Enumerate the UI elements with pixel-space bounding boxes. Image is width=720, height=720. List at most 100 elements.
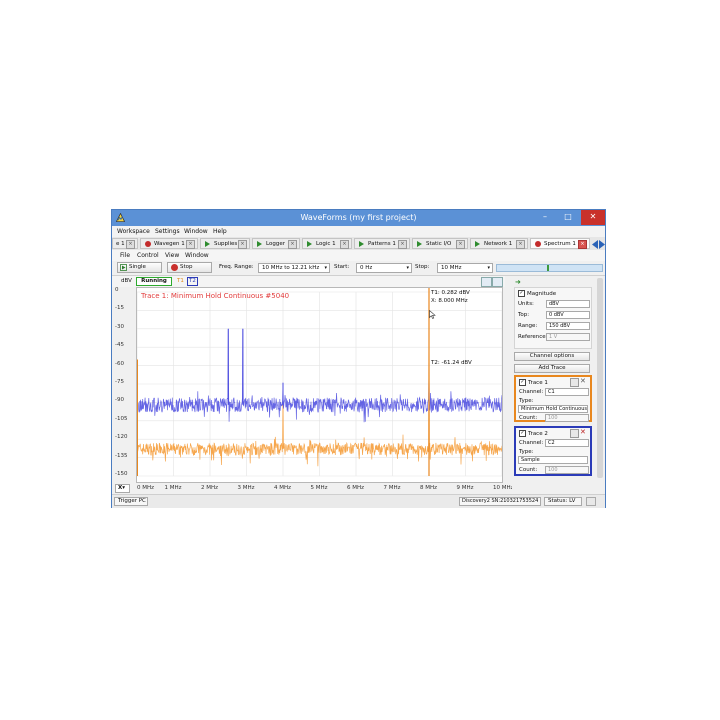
trace1-channel-select[interactable]: C1 (545, 388, 589, 396)
trace2-settings-icon[interactable] (570, 429, 579, 438)
trace2-panel: ✓ Trace 2 ✕ Channel: C2 Type: Sample Coun… (514, 426, 592, 476)
reference-label: Reference: (518, 334, 548, 340)
x-tick-label: 6 MHz (347, 485, 365, 491)
trace2-type-value: Sample (521, 457, 540, 463)
tab-supplies[interactable]: Supplies × (200, 238, 250, 249)
x-tick-label: 9 MHz (456, 485, 474, 491)
y-tick-label: -150 (115, 471, 128, 477)
trace2-count-label: Count: (519, 467, 538, 473)
close-tab-icon[interactable]: × (126, 240, 135, 249)
tab-network[interactable]: Network 1 × (470, 238, 528, 249)
device-indicator[interactable]: Discovery2 SN:210321753524 (459, 497, 541, 506)
magnitude-panel: ✓ Magnitude Units: dBV Top: 0 dBV Range: … (514, 287, 592, 349)
panel-arrow-icon[interactable]: ➜ (515, 278, 521, 286)
spectrum-chart[interactable] (137, 288, 502, 482)
menu-file[interactable]: File (120, 252, 130, 259)
menu-view[interactable]: View (165, 252, 179, 259)
close-button[interactable]: ✕ (581, 210, 605, 225)
freq-range-select[interactable]: 10 MHz to 12.21 kHz ▾ (258, 263, 330, 273)
menu-window[interactable]: Window (184, 228, 208, 235)
freq-range-slider[interactable] (496, 264, 603, 272)
close-tab-icon[interactable]: × (578, 240, 587, 249)
cursor-x-value: X: 8.000 MHz (431, 298, 468, 304)
menu-workspace[interactable]: Workspace (117, 228, 150, 235)
checkbox-icon[interactable]: ✓ (519, 430, 526, 437)
stop-select[interactable]: 10 MHz ▾ (437, 263, 493, 273)
tab-wavegen[interactable]: Wavegen 1 × (140, 238, 198, 249)
t2-cursor-toggle[interactable]: T2 (187, 277, 198, 286)
trace1-type-select[interactable]: Minimum Hold Continuous (518, 405, 588, 413)
mouse-cursor-icon (429, 310, 436, 319)
slider-thumb[interactable] (547, 265, 549, 271)
units-select[interactable]: dBV (546, 300, 590, 308)
trace2-type-select[interactable]: Sample (518, 456, 588, 464)
trace1-settings-icon[interactable] (570, 378, 579, 387)
menu-settings[interactable]: Settings (155, 228, 180, 235)
trace2-channel-select[interactable]: C2 (545, 439, 589, 447)
tab-label: Logic 1 (316, 241, 336, 247)
close-tab-icon[interactable]: × (456, 240, 465, 249)
trace1-header[interactable]: ✓ Trace 1 (519, 379, 548, 386)
spectrum-plot[interactable]: Trace 1: Minimum Hold Continuous #5040 T… (136, 287, 503, 483)
status-indicator: Status: LV (544, 497, 582, 506)
zoom-icon[interactable] (481, 277, 492, 287)
x-tick-label: 3 MHz (237, 485, 255, 491)
trace1-close-icon[interactable]: ✕ (580, 377, 586, 385)
play-icon (205, 241, 210, 247)
trace2-count-value: 100 (548, 467, 558, 473)
title-bar[interactable]: WaveForms (my first project) – □ ✕ (112, 210, 605, 226)
menu-control[interactable]: Control (137, 252, 159, 259)
maximize-button[interactable]: □ (558, 210, 578, 225)
close-tab-icon[interactable]: × (186, 240, 195, 249)
start-select[interactable]: 0 Hz ▾ (356, 263, 412, 273)
trace2-header[interactable]: ✓ Trace 2 (519, 430, 548, 437)
record-icon (535, 241, 541, 247)
settings-icon[interactable] (492, 277, 503, 287)
x-tick-label: 7 MHz (383, 485, 401, 491)
channel-options-button[interactable]: Channel options (514, 352, 590, 361)
top-select[interactable]: 0 dBV (546, 311, 590, 319)
x-axis-selector[interactable]: X▾ (115, 484, 130, 493)
close-tab-icon[interactable]: × (340, 240, 349, 249)
close-tab-icon[interactable]: × (288, 240, 297, 249)
tab-static-io[interactable]: Static I/O × (412, 238, 468, 249)
instrument-menubar: File Control View Window (112, 250, 605, 261)
tab-logic[interactable]: Logic 1 × (302, 238, 352, 249)
trace2-title: Trace 2 (528, 431, 548, 437)
close-tab-icon[interactable]: × (516, 240, 525, 249)
menu-help[interactable]: Help (213, 228, 227, 235)
trace-title: Trace 1: Minimum Hold Continuous #5040 (141, 292, 290, 300)
start-value: 0 Hz (360, 265, 373, 271)
tab-partial[interactable]: e 1 × (112, 238, 138, 249)
trace2-channel-label: Channel: (519, 440, 544, 446)
menu-window-sub[interactable]: Window (185, 252, 209, 259)
tab-spectrum[interactable]: Spectrum 1 × (530, 238, 590, 249)
x-tick-label: 5 MHz (310, 485, 328, 491)
y-tick-label: 0 (115, 287, 119, 293)
single-run-icon (120, 264, 127, 271)
stop-button[interactable]: Stop (167, 262, 212, 273)
checkbox-icon[interactable]: ✓ (519, 379, 526, 386)
scrollbar-thumb[interactable] (597, 278, 603, 478)
tab-patterns[interactable]: Patterns 1 × (354, 238, 410, 249)
minimize-button[interactable]: – (535, 210, 555, 225)
x-tick-label: 10 MHz (493, 485, 514, 491)
add-trace-button[interactable]: Add Trace (514, 364, 590, 373)
trigger-pc-button[interactable]: Trigger PC (114, 497, 148, 506)
window-title: WaveForms (my first project) (300, 213, 417, 222)
panel-scrollbar[interactable] (596, 276, 604, 492)
trace2-close-icon[interactable]: ✕ (580, 428, 586, 436)
single-button[interactable]: Single (117, 262, 162, 273)
magnitude-checkbox-row[interactable]: ✓ Magnitude (518, 290, 556, 297)
status-settings-icon[interactable] (586, 497, 596, 506)
tab-label: e 1 (116, 241, 125, 247)
checkbox-icon[interactable]: ✓ (518, 290, 525, 297)
play-icon (307, 241, 312, 247)
top-label: Top: (518, 312, 530, 318)
close-tab-icon[interactable]: × (398, 240, 407, 249)
t1-cursor-toggle[interactable]: T1 (177, 278, 184, 284)
range-select[interactable]: 150 dBV (546, 322, 590, 330)
tab-logger[interactable]: Logger × (252, 238, 300, 249)
close-tab-icon[interactable]: × (238, 240, 247, 249)
y-tick-label: -30 (115, 323, 124, 330)
